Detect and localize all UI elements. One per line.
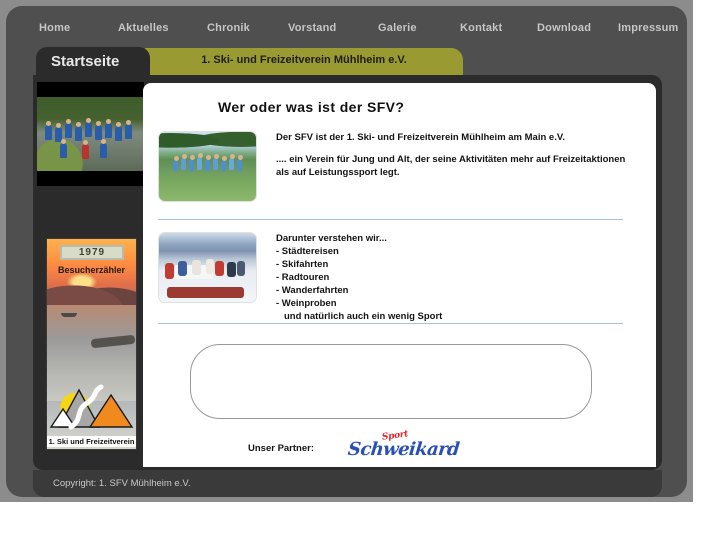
- visitor-counter-panel: 1979 Besucherzähler 1. Ski und Freizeitv…: [46, 238, 137, 450]
- schweikard-logo-name: Schweikard: [346, 439, 461, 460]
- partner-label: Unser Partner:: [248, 443, 314, 454]
- activities-intro: Darunter verstehen wir...: [276, 233, 387, 244]
- nav-item-download[interactable]: Download: [537, 22, 591, 34]
- nav-item-vorstand[interactable]: Vorstand: [288, 22, 336, 34]
- tab-startseite-label: Startseite: [51, 53, 120, 70]
- tab-startseite[interactable]: Startseite: [36, 47, 150, 76]
- schweikard-logo[interactable]: Sport Schweikard: [347, 429, 460, 463]
- partner-row: Unser Partner: Sport Schweikard: [248, 429, 588, 463]
- main-content: Wer oder was ist der SFV? Der SFV ist de…: [143, 83, 656, 467]
- footer: Copyright: 1. SFV Mühlheim e.V.: [33, 470, 662, 497]
- club-logo-icon: [49, 381, 136, 433]
- nav-item-kontakt[interactable]: Kontakt: [460, 22, 502, 34]
- footer-copyright: Copyright: 1. SFV Mühlheim e.V.: [53, 478, 191, 489]
- sunset-boat: [61, 313, 77, 317]
- activities-item-2: - Radtouren: [276, 272, 330, 283]
- page-title: Wer oder was ist der SFV?: [218, 99, 405, 115]
- activities-closing: und natürlich auch ein wenig Sport: [284, 311, 443, 322]
- intro-paragraph-1: Der SFV ist der 1. Ski- und Freizeitvere…: [276, 132, 565, 143]
- intro-image: [158, 131, 257, 202]
- nav-item-impressum[interactable]: Impressum: [618, 22, 679, 34]
- nav-item-chronik[interactable]: Chronik: [207, 22, 250, 34]
- site-title-text: 1. Ski- und Freizeitverein Mühlheim e.V.: [201, 54, 407, 66]
- nav-item-galerie[interactable]: Galerie: [378, 22, 417, 34]
- activities-item-1: - Skifahrten: [276, 259, 329, 270]
- intro-image-art: [159, 132, 256, 201]
- divider-bottom: [158, 323, 623, 324]
- visitor-counter-value: 1979: [60, 245, 124, 260]
- activities-item-4: - Weinproben: [276, 298, 337, 309]
- activities-text: Darunter verstehen wir... - Städtereisen…: [276, 232, 636, 323]
- main-navigation: Home Aktuelles Chronik Vorstand Galerie Konta…: [6, 6, 687, 48]
- site-title-banner: 1. Ski- und Freizeitverein Mühlheim e.V.: [145, 48, 463, 75]
- activities-image-art: [159, 233, 256, 302]
- empty-rounded-box: [190, 344, 592, 419]
- club-logo-caption: 1. Ski und Freizeitverein: [47, 436, 136, 447]
- activities-item-0: - Städtereisen: [276, 246, 339, 257]
- activities-item-3: - Wanderfahrten: [276, 285, 349, 296]
- sidebar-photo-cycling: [37, 82, 144, 186]
- activities-image: [158, 232, 257, 303]
- nav-item-home[interactable]: Home: [39, 22, 70, 34]
- sidebar-photo-inner: [37, 97, 144, 171]
- snow-rug: [166, 286, 245, 298]
- intro-text: Der SFV ist der 1. Ski- und Freizeitvere…: [276, 131, 636, 179]
- nav-item-aktuelles[interactable]: Aktuelles: [118, 22, 169, 34]
- sidebar: 1979 Besucherzähler 1. Ski und Freizeitv…: [33, 75, 145, 470]
- screenshot-root: Home Aktuelles Chronik Vorstand Galerie Konta…: [0, 0, 727, 545]
- divider-top: [158, 219, 623, 220]
- intro-paragraph-2: .... ein Verein für Jung und Alt, der se…: [276, 154, 626, 178]
- visitor-counter-label: Besucherzähler: [57, 265, 126, 275]
